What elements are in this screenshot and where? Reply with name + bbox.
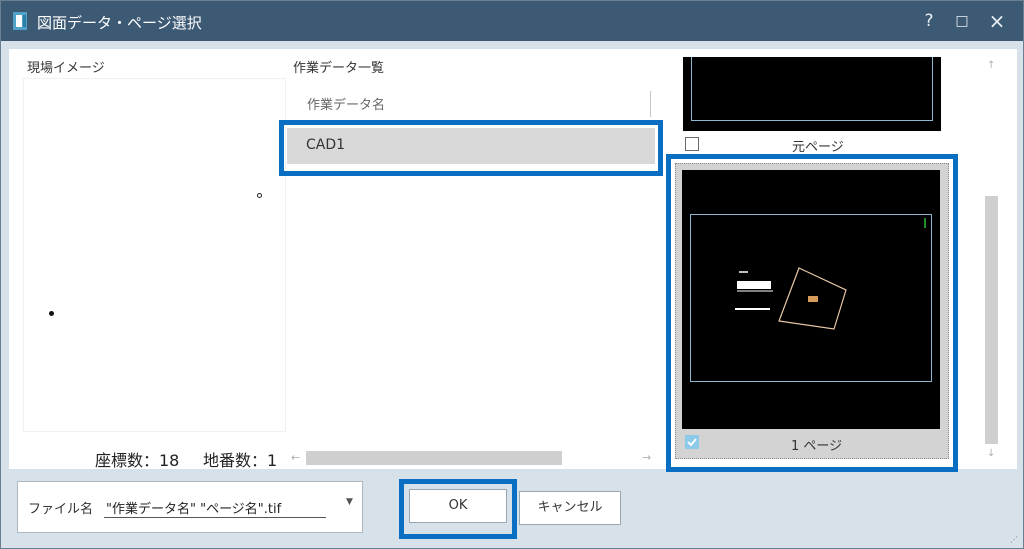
scroll-right-icon[interactable]: → xyxy=(642,451,651,464)
vertical-scrollbar[interactable]: ↑ ↓ xyxy=(983,56,1000,464)
work-data-title: 作業データ一覧 xyxy=(293,61,385,76)
chevron-down-icon[interactable]: ▼ xyxy=(346,497,353,507)
dialog-window: 図面データ・ページ選択 ? □ × 現場イメージ 座標数：18 地番数：1 作業… xyxy=(0,0,1024,549)
file-name-label: ファイル名 xyxy=(28,502,94,517)
coord-count: 座標数：18 xyxy=(95,451,180,470)
file-name-group: ファイル名 "作業データ名" "ページ名".tif ▼ xyxy=(17,481,363,533)
scroll-down-icon[interactable]: ↓ xyxy=(987,448,995,459)
original-page-thumbnail[interactable] xyxy=(683,57,941,131)
maximize-button[interactable]: □ xyxy=(948,9,976,33)
resize-grip-icon[interactable]: ⋰ xyxy=(1010,535,1018,544)
page-highlight-frame xyxy=(666,154,958,472)
help-button[interactable]: ? xyxy=(915,9,943,33)
app-icon xyxy=(13,12,27,30)
title-bar: 図面データ・ページ選択 ? □ × xyxy=(1,1,1023,41)
window-title: 図面データ・ページ選択 xyxy=(37,14,202,32)
ok-highlight-frame xyxy=(399,479,517,539)
coordinate-point xyxy=(49,311,54,316)
lot-count: 地番数：1 xyxy=(203,451,278,470)
scroll-up-icon[interactable]: ↑ xyxy=(987,60,995,71)
original-page-label: 元ページ xyxy=(792,140,844,155)
file-name-combobox[interactable]: "作業データ名" "ページ名".tif xyxy=(104,496,326,518)
close-button[interactable]: × xyxy=(983,9,1011,33)
site-image-preview xyxy=(23,78,286,432)
page-border xyxy=(691,57,933,121)
site-image-title: 現場イメージ xyxy=(27,61,105,76)
cancel-button[interactable]: キャンセル xyxy=(519,491,621,525)
coordinate-point xyxy=(257,193,262,198)
horizontal-scroll-thumb[interactable] xyxy=(306,451,562,465)
original-page-checkbox[interactable] xyxy=(685,137,699,151)
work-data-column-header[interactable]: 作業データ名 xyxy=(289,89,651,117)
horizontal-scrollbar[interactable]: ← → xyxy=(288,449,658,467)
scroll-left-icon[interactable]: ← xyxy=(291,451,300,464)
column-header-label: 作業データ名 xyxy=(307,98,386,113)
row-highlight-frame xyxy=(279,120,663,176)
vertical-scroll-thumb[interactable] xyxy=(985,196,998,444)
column-separator xyxy=(650,91,651,117)
